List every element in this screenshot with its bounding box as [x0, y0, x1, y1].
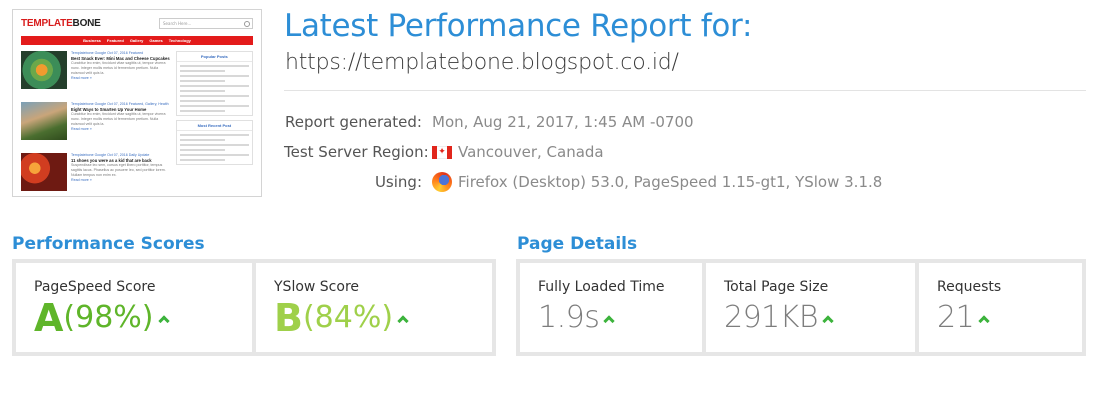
yslow-score-card[interactable]: YSlow Score B (84%)	[256, 263, 492, 352]
thumb-nav-bar: Business Featured Gallery Games Technolo…	[21, 36, 253, 45]
yslow-grade: B	[274, 296, 303, 340]
requests-label: Requests	[937, 279, 1002, 295]
thumb-widget-title: Most Recent Post	[176, 121, 252, 131]
requests-card[interactable]: Requests 21	[919, 263, 1082, 352]
thumb-widget-recent: Most Recent Post	[175, 120, 253, 165]
fully-loaded-time-value: 1.9s	[538, 300, 600, 335]
report-generated-row: Report generated: Mon, Aug 21, 2017, 1:4…	[284, 111, 1084, 133]
thumb-post-excerpt: Suspendisse leo sem, cursus eget libero …	[71, 163, 166, 177]
thumb-post-image	[21, 153, 67, 191]
thumb-post-excerpt: Curabitur leo enim, tincidunt vitae sagi…	[71, 112, 166, 126]
test-region-value: Vancouver, Canada	[458, 143, 604, 161]
firefox-icon	[432, 172, 452, 192]
thumb-nav-item: Business	[83, 38, 101, 43]
thumb-post-excerpt: Curabitur leo enim, tincidunt vitae sagi…	[71, 61, 166, 75]
thumb-post: Templatebone Google Oct 07, 2016 Feature…	[21, 102, 170, 150]
thumb-post: Templatebone Google Oct 07, 2016 Feature…	[21, 51, 170, 99]
thumb-nav-item: Technology	[168, 38, 191, 43]
page-details-heading: Page Details	[517, 234, 638, 254]
requests-value: 21	[937, 300, 975, 335]
thumb-post: Templatebone Google Oct 07, 2016 Daily U…	[21, 153, 170, 196]
thumb-nav-item: Featured	[106, 38, 124, 43]
fully-loaded-time-card[interactable]: Fully Loaded Time 1.9s	[520, 263, 702, 352]
thumb-post-image	[21, 102, 67, 140]
using-label: Using:	[374, 173, 422, 191]
chevron-up-icon	[397, 315, 409, 327]
using-row: Using: Firefox (Desktop) 53.0, PageSpeed…	[284, 171, 1084, 193]
thumb-post-image	[21, 51, 67, 89]
report-url[interactable]: https://templatebone.blogspot.co.id/	[285, 50, 679, 75]
yslow-percent: (84%)	[302, 300, 394, 335]
report-generated-value: Mon, Aug 21, 2017, 1:45 AM -0700	[432, 113, 694, 131]
thumb-header: TEMPLATEBONE Search Here...	[13, 10, 261, 36]
yslow-score-label: YSlow Score	[274, 279, 360, 295]
thumb-widget-title: Popular Posts	[176, 52, 252, 62]
chevron-up-icon	[603, 315, 616, 327]
thumb-read-more: Read more »	[71, 127, 92, 131]
test-region-label: Test Server Region:	[284, 143, 429, 161]
using-value: Firefox (Desktop) 53.0, PageSpeed 1.15-g…	[458, 173, 883, 191]
thumb-read-more: Read more »	[71, 178, 92, 182]
fully-loaded-time-label: Fully Loaded Time	[538, 279, 665, 295]
thumb-post-list: Templatebone Google Oct 07, 2016 Feature…	[21, 51, 170, 196]
total-page-size-label: Total Page Size	[724, 279, 829, 295]
thumb-logo: TEMPLATEBONE	[21, 17, 101, 29]
thumb-body: Templatebone Google Oct 07, 2016 Feature…	[13, 45, 261, 196]
total-page-size-card[interactable]: Total Page Size 291KB	[706, 263, 915, 352]
test-region-row: Test Server Region: Vancouver, Canada	[284, 141, 1084, 163]
pagespeed-score-card[interactable]: PageSpeed Score A (98%)	[16, 263, 252, 352]
page-title: Latest Performance Report for:	[284, 8, 753, 44]
thumb-read-more: Read more »	[71, 76, 92, 80]
header-divider	[284, 90, 1086, 91]
chevron-up-icon	[157, 315, 170, 327]
chevron-up-icon	[978, 315, 990, 327]
chevron-up-icon	[822, 315, 834, 327]
thumb-widget-popular: Popular Posts	[175, 51, 253, 116]
site-screenshot-thumbnail[interactable]: TEMPLATEBONE Search Here... Business Fea…	[12, 9, 262, 197]
thumb-nav-item: Games	[149, 38, 163, 43]
performance-scores-panel: PageSpeed Score A (98%) YSlow Score B (8…	[12, 259, 496, 356]
thumb-nav-item: Gallery	[129, 38, 144, 43]
report-generated-label: Report generated:	[284, 113, 422, 131]
pagespeed-grade: A	[34, 296, 63, 340]
performance-scores-heading: Performance Scores	[12, 234, 205, 254]
thumb-search-box: Search Here...	[159, 17, 253, 29]
total-page-size-value: 291KB	[724, 300, 819, 335]
pagespeed-score-label: PageSpeed Score	[34, 279, 156, 295]
pagespeed-percent: (98%)	[63, 300, 154, 335]
canada-flag-icon	[432, 145, 452, 159]
page-details-panel: Fully Loaded Time 1.9s Total Page Size 2…	[516, 259, 1086, 356]
thumb-sidebar: Popular Posts Most Recent Post	[175, 51, 253, 196]
